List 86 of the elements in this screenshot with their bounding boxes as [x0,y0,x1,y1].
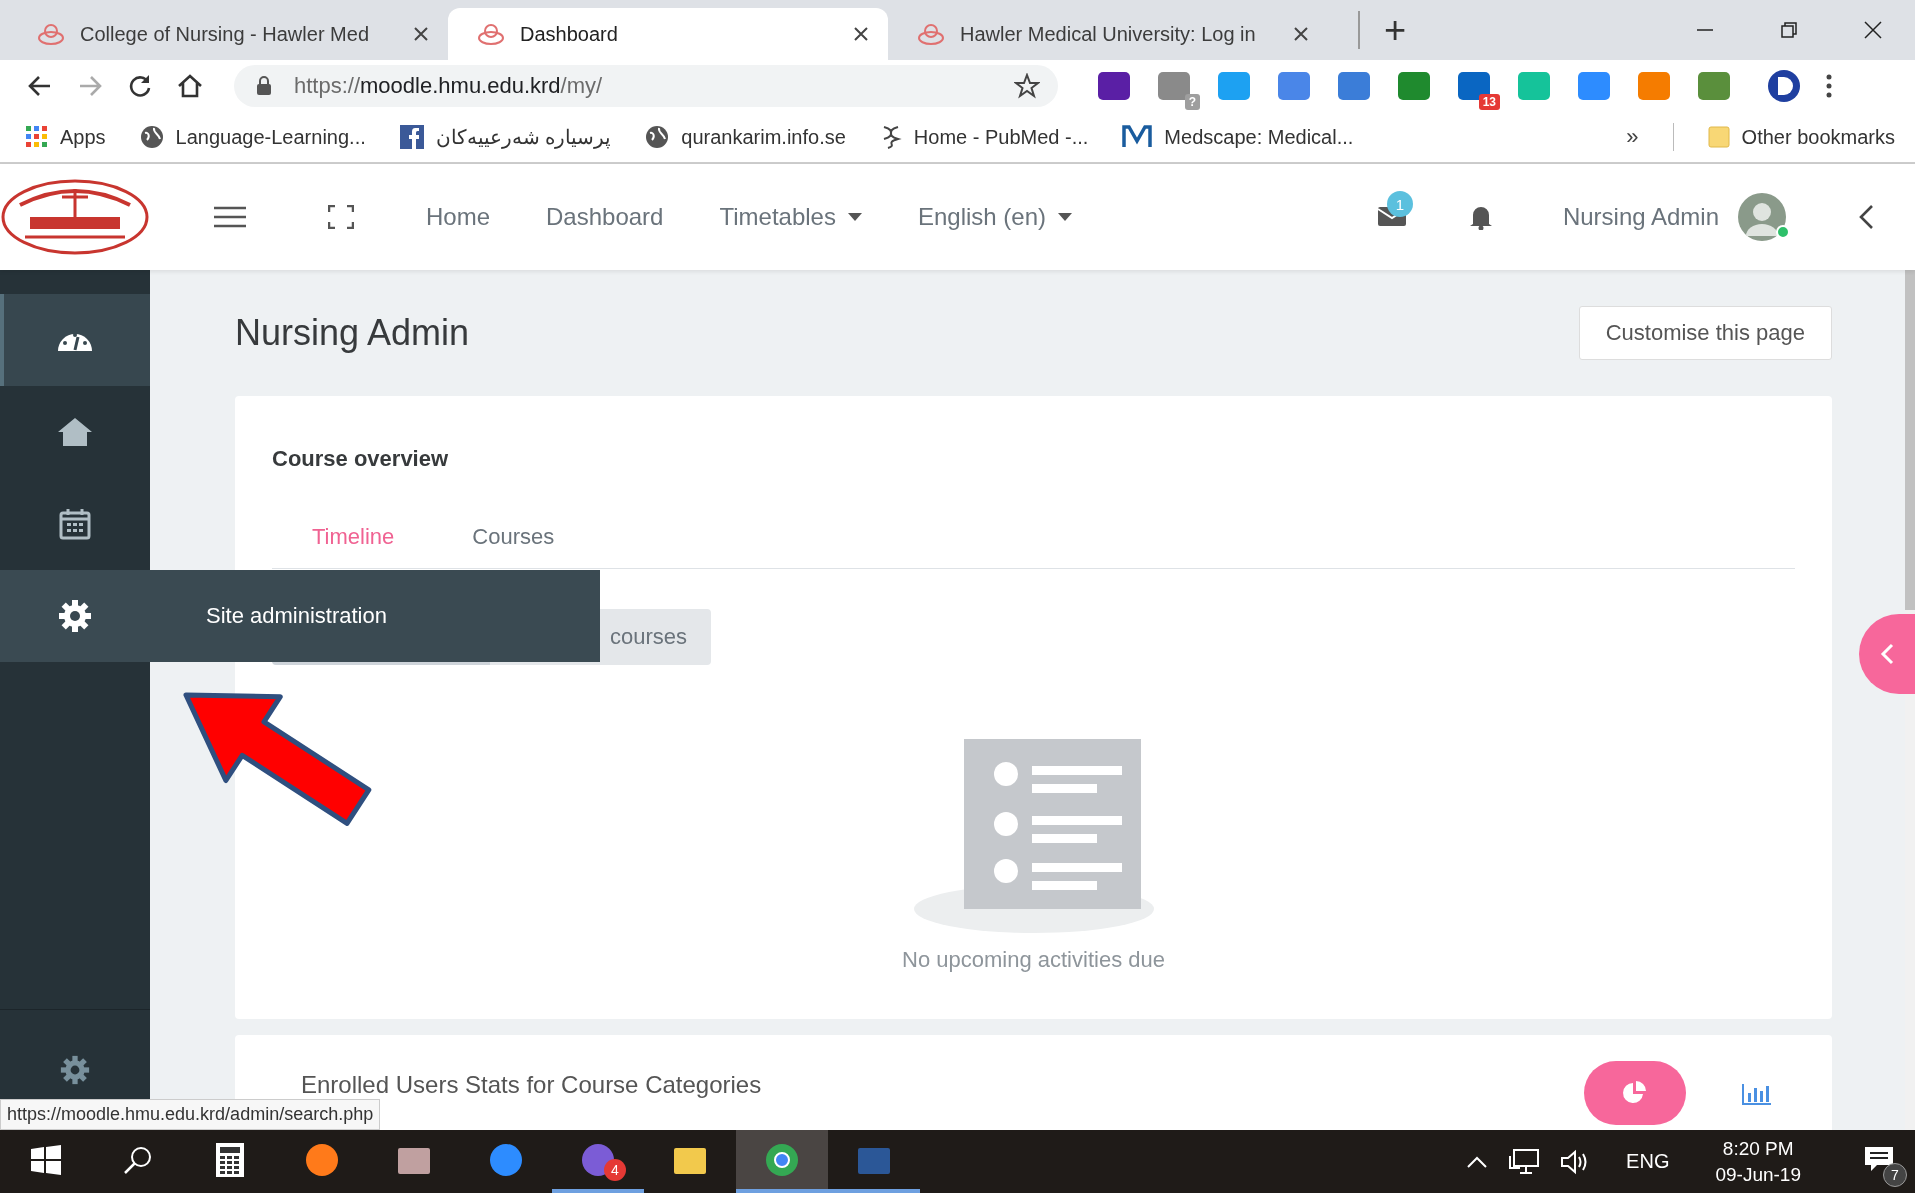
status-url-tooltip: https://moodle.hmu.edu.krd/admin/search.php [0,1099,381,1130]
search-icon [123,1144,153,1175]
nav-link[interactable]: English (en) [917,203,1072,231]
globe-icon [645,125,670,149]
stats-title: Enrolled Users Stats for Course Categories [301,1071,762,1099]
clock-time[interactable]: 8:20 PM [1722,1137,1794,1160]
nav-link[interactable]: Dashboard [546,203,664,231]
home-icon [57,417,93,447]
gear-icon[interactable] [60,1055,90,1085]
address-bar[interactable]: https://moodle.hmu.edu.krd/my/ [234,65,1058,107]
close-icon[interactable] [854,27,868,41]
calculator-icon [215,1141,245,1178]
extension-icon[interactable] [1398,72,1430,100]
gear-icon [58,599,92,633]
browser-tab[interactable]: Dashboard [448,8,888,60]
taskbar-app[interactable]: 4 [552,1130,644,1193]
caret-icon [847,213,862,221]
menu-icon[interactable] [214,205,246,229]
overview-tab[interactable]: Courses [472,524,555,550]
tab-title: Hawler Medical University: Log in [960,22,1257,46]
caret-icon [1058,213,1072,221]
restore-icon[interactable] [1779,20,1799,40]
network-icon[interactable] [1508,1147,1541,1176]
browser-tab[interactable]: Hawler Medical University: Log in [888,8,1328,60]
extension-badge: ? [1184,94,1200,110]
empty-message: No upcoming activities due [902,947,1165,973]
language-indicator[interactable]: ENG [1626,1150,1670,1173]
close-icon[interactable] [1863,20,1883,40]
chevron-left-icon [1879,642,1895,666]
new-tab-button[interactable]: + [1358,11,1413,49]
lock-icon [256,76,272,96]
extension-icon[interactable] [1698,72,1730,100]
profile-icon[interactable] [1766,68,1802,104]
university-favicon-icon [38,23,64,45]
card-heading: Course overview [272,446,450,472]
bookmark-link[interactable]: Medscape: Medical... [1122,125,1354,149]
extension-badge: 13 [1478,94,1500,110]
customise-button[interactable]: Customise this page [1578,306,1832,360]
calendar-icon [59,508,91,540]
flyout-label[interactable]: Site administration [206,603,387,629]
chevron-left-icon[interactable] [1857,203,1875,231]
extension-icon[interactable] [1338,72,1370,100]
url-text: https://moodle.hmu.edu.krd/my/ [294,73,603,99]
browser-tab[interactable]: College of Nursing - Hawler Med [8,8,448,60]
windows-icon [31,1144,61,1175]
message-count-badge: 1 [1386,191,1413,217]
f-logo-icon [399,125,424,149]
university-logo[interactable] [0,177,150,257]
close-icon[interactable] [1294,27,1308,41]
nav-link[interactable]: Timetables [719,203,862,231]
bookmark-link[interactable]: Home - PubMed -... [879,125,1089,149]
tab-title: Dashboard [520,22,619,46]
extension-icon[interactable] [1098,72,1130,100]
user-name[interactable]: Nursing Admin [1562,203,1719,231]
sidebar-item[interactable] [0,294,150,386]
bookmarks-overflow-button[interactable]: » [1626,124,1639,150]
drawer-toggle-button[interactable] [1859,614,1915,694]
bar-chart-icon[interactable] [1742,1083,1772,1105]
sidebar-item[interactable] [0,570,150,662]
fullscreen-icon[interactable] [328,205,354,229]
chevron-up-icon[interactable] [1466,1154,1489,1169]
bookmark-link[interactable]: Language-Learning... [139,125,366,149]
bookmark-folder[interactable]: Other bookmarks [1707,125,1895,149]
app-badge: 4 [604,1159,626,1181]
pie-chart-icon [1622,1081,1648,1105]
home-icon[interactable] [176,72,204,100]
clock-date[interactable]: 09-Jun-19 [1715,1163,1801,1186]
menu-icon[interactable] [1824,73,1834,99]
close-icon[interactable] [414,27,428,41]
bookmark-link[interactable]: Apps [26,125,106,149]
university-favicon-icon [918,23,944,45]
university-favicon-icon [478,23,504,45]
extension-icon[interactable] [1278,72,1310,100]
page-title: Nursing Admin [235,312,470,354]
tab-title: College of Nursing - Hawler Med [80,22,370,46]
bell-icon[interactable] [1468,204,1493,230]
star-icon[interactable] [1014,73,1040,99]
notification-count: 7 [1883,1162,1907,1187]
apps-grid-icon [26,126,48,148]
m-logo-icon [1122,125,1153,149]
bookmark-link[interactable]: پرسیارە شەرعییەکان [399,125,612,149]
nav-link[interactable]: Home [426,203,491,231]
scrollbar-thumb[interactable] [1905,270,1915,610]
globe-icon [139,125,164,149]
folder-icon [1707,125,1730,149]
bookmark-link[interactable]: qurankarim.info.se [645,125,846,149]
